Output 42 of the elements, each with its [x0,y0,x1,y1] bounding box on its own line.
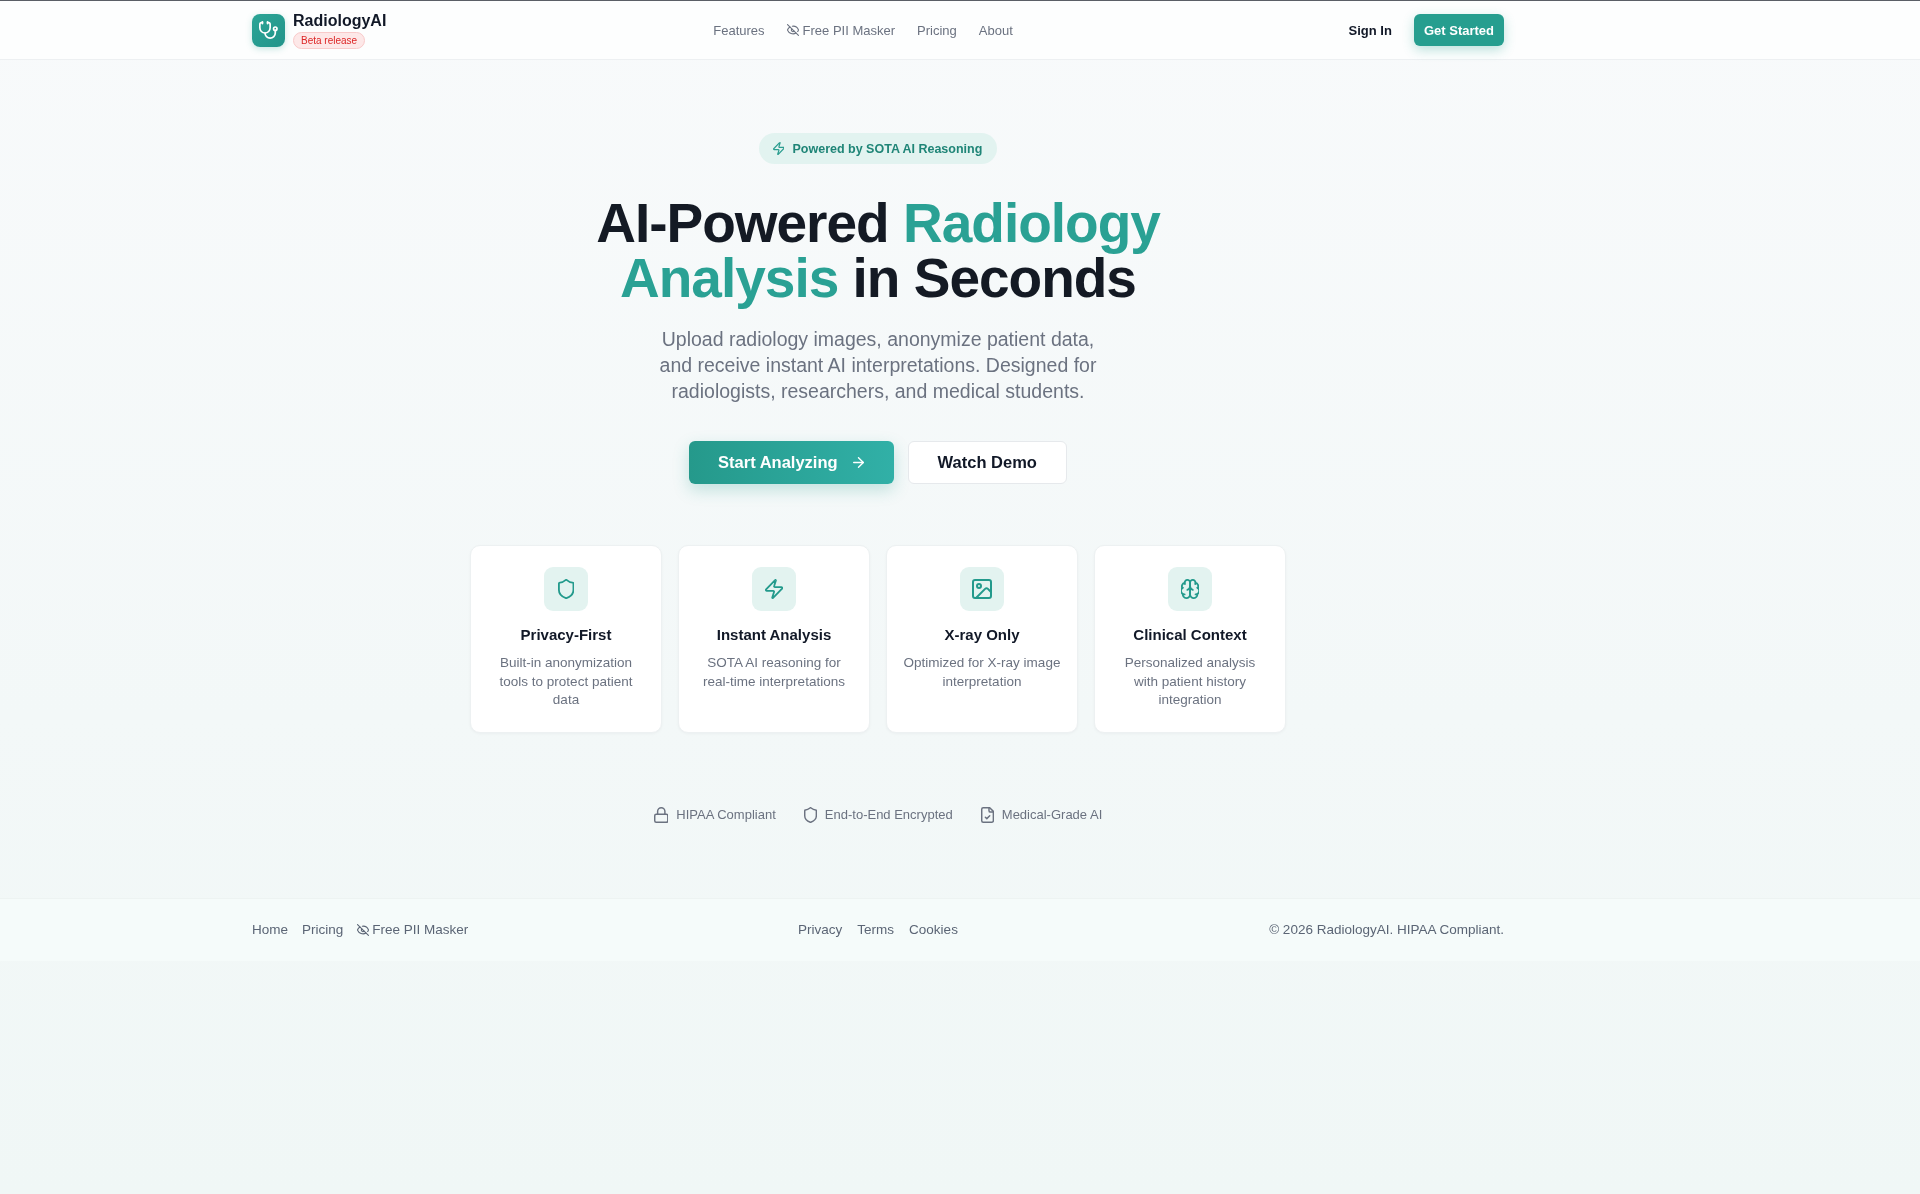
image-icon [960,567,1004,611]
brand-name: RadiologyAI [293,11,387,30]
footer-link[interactable]: Privacy [798,922,843,937]
start-analyzing-button[interactable]: Start Analyzing [689,441,894,484]
footer-link[interactable]: Home [252,922,288,937]
footer-link[interactable]: Terms [857,922,895,937]
lightning-icon [752,567,796,611]
nav-link[interactable]: About [978,22,1013,38]
sign-in-link[interactable]: Sign In [1348,22,1392,38]
feature-title: Instant Analysis [716,625,832,645]
nav-link[interactable]: Pricing [917,22,957,38]
watch-demo-button[interactable]: Watch Demo [907,441,1067,484]
brain-icon [1168,567,1212,611]
stethoscope-logo-icon [252,13,285,47]
shield-icon [544,567,588,611]
copyright-text: © 2026 RadiologyAI. HIPAA Compliant. [1269,922,1504,937]
lightning-icon [772,142,785,155]
trust-label: Medical-Grade AI [1001,805,1103,824]
feature-title: Privacy-First [520,625,612,645]
feature-title: X-ray Only [944,625,1020,645]
arrow-right-icon [852,457,864,468]
feature-description: Optimized for X-ray image interpretation [903,654,1061,691]
eye-off-icon [786,24,799,36]
lock-icon [653,806,669,823]
get-started-button[interactable]: Get Started [1413,14,1504,46]
eye-off-icon [357,923,370,936]
feature-title: Clinical Context [1133,625,1247,645]
feature-description: SOTA AI reasoning for real-time interpretations [702,654,846,691]
beta-release-tag: Beta release [293,31,366,49]
footer-link[interactable]: Cookies [909,922,958,937]
nav-link[interactable]: Free PII Masker [786,22,895,38]
footer-link[interactable]: Free PII Masker [357,922,469,937]
shield-icon [803,806,817,823]
hero-description: Upload radiology images, anonymize patient data, and receive instant AI interpretations. Designed for radiologists, researchers, and medical students. [658,327,1098,404]
nav-link[interactable]: Features [713,22,765,38]
feature-description: Personalized analysis with patient history integration [1123,654,1257,709]
document-check-icon [980,806,994,823]
footer-link[interactable]: Pricing [302,922,344,937]
feature-description: Built-in anonymization tools to protect patient data [498,654,634,709]
powered-by-text: Powered by SOTA AI Reasoning [792,141,983,156]
trust-label: End-to-End Encrypted [824,805,953,824]
trust-label: HIPAA Compliant [676,805,776,824]
